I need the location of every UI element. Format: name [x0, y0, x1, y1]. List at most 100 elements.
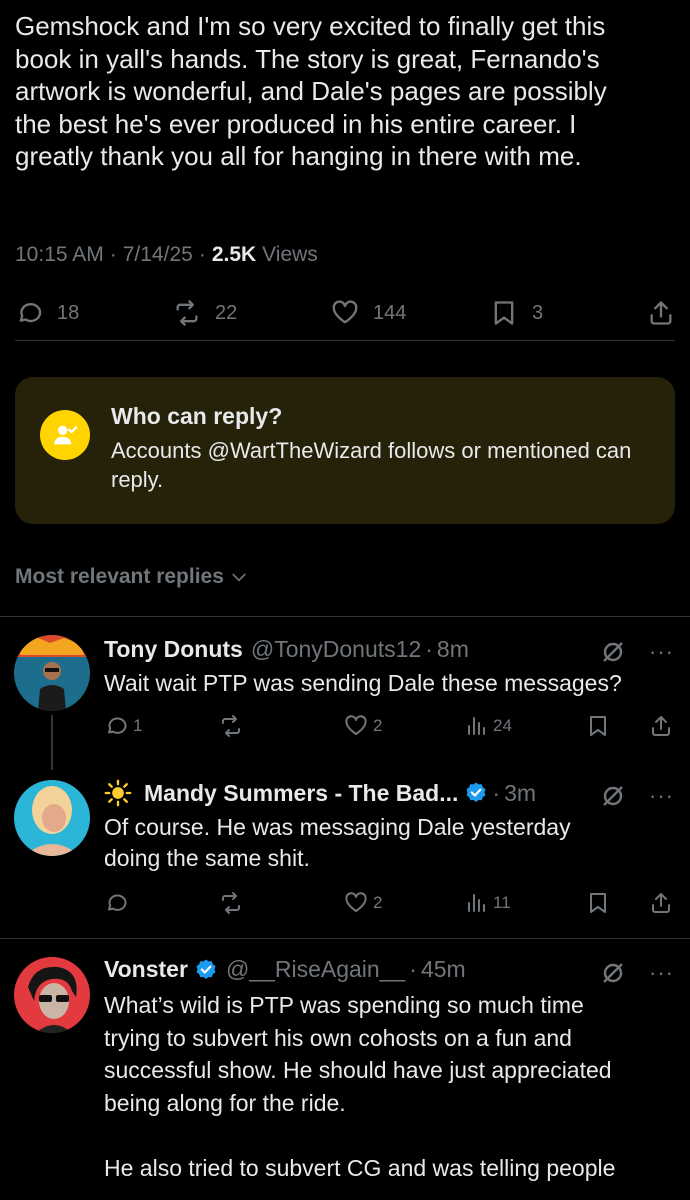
view-count: 11 [493, 893, 511, 912]
repost-count: 22 [215, 301, 238, 324]
chevron-down-icon [232, 573, 246, 582]
reply-actions: 1 2 24 [104, 713, 674, 739]
reply-time[interactable]: 3m [504, 780, 536, 807]
reply-top-actions: ··· [601, 784, 674, 808]
reply-time[interactable]: 45m [421, 956, 466, 983]
reply-text: Wait wait PTP was sending Dale these mes… [104, 670, 622, 696]
reply-author-name[interactable]: Mandy Summers - The Bad... [144, 780, 458, 807]
person-check-icon [53, 425, 78, 445]
sun-emoji-icon [104, 779, 132, 807]
avatar[interactable] [14, 957, 90, 1033]
like-count: 2 [373, 893, 383, 912]
views-count: 2.5K [211, 243, 257, 266]
bookmark-icon [590, 893, 606, 913]
reply-author-name[interactable]: Tony Donuts [104, 636, 243, 663]
reply-top-actions: ··· [601, 640, 674, 664]
reply-header: Vonster @__RiseAgain__ · 45m [104, 956, 466, 983]
reply-restriction-box: Who can reply? Accounts @WartTheWizard f… [15, 377, 675, 524]
reply-icon [108, 717, 127, 734]
header-separator: · [425, 636, 433, 662]
reply-count: 1 [133, 716, 143, 735]
bookmark-icon [494, 301, 514, 325]
views-label: Views [262, 243, 318, 266]
heart-icon [332, 300, 358, 324]
share-icon [652, 893, 670, 913]
reply-restriction-badge [40, 410, 90, 460]
divider [15, 340, 675, 341]
share-button[interactable] [649, 890, 673, 916]
bookmark-button[interactable] [586, 713, 610, 739]
reply-icon [108, 894, 127, 911]
thread-line [51, 715, 53, 770]
views-icon [468, 717, 485, 735]
reply-button[interactable]: 18 [15, 295, 79, 331]
reply-author-name[interactable]: Vonster [104, 956, 188, 983]
views-button[interactable]: 11 [464, 890, 511, 916]
verified-badge-icon [466, 782, 486, 802]
heart-icon [345, 892, 367, 912]
like-button[interactable]: 2 [344, 713, 382, 739]
share-button[interactable] [649, 713, 673, 739]
share-icon [650, 301, 672, 325]
reply-icon [19, 303, 42, 323]
reply-button[interactable]: 1 [104, 713, 142, 739]
reply-count: 18 [57, 301, 80, 324]
views-button[interactable]: 24 [464, 713, 512, 739]
avatar[interactable] [14, 780, 90, 856]
reply-button[interactable] [104, 890, 128, 916]
like-button[interactable]: 144 [331, 295, 406, 331]
like-count: 2 [373, 716, 383, 735]
divider [0, 616, 690, 617]
avatar-image [14, 635, 90, 711]
repost-icon [176, 300, 198, 326]
share-button[interactable] [647, 295, 675, 331]
bookmark-count: 3 [532, 301, 544, 324]
avatar-image [14, 957, 90, 1033]
like-count: 144 [373, 301, 407, 324]
grok-icon[interactable] [601, 784, 625, 808]
bookmark-icon [590, 716, 606, 736]
reply-header: Mandy Summers - The Bad... · 3m [104, 779, 536, 807]
more-icon[interactable]: ··· [649, 785, 674, 807]
header-separator: · [492, 779, 501, 806]
reply-time[interactable]: 8m [437, 636, 469, 663]
repost-icon [222, 892, 240, 914]
verified-badge-icon [196, 959, 216, 979]
reply-text: Of course. He was messaging Dale yesterd… [104, 814, 571, 871]
divider [0, 938, 690, 939]
header-separator: · [409, 956, 417, 982]
bookmark-button[interactable]: 3 [490, 295, 543, 331]
replies-sort-label: Most relevant replies [15, 565, 224, 588]
grok-icon[interactable] [601, 961, 625, 985]
more-icon[interactable]: ··· [649, 641, 674, 663]
reply-top-actions: ··· [601, 961, 674, 985]
meta-separator: · [109, 243, 117, 266]
reply-author-handle[interactable]: @__RiseAgain__ [226, 956, 405, 983]
post-date[interactable]: 7/14/25 [123, 243, 193, 267]
post-time[interactable]: 10:15 AM [15, 243, 104, 267]
reply-header: Tony Donuts @TonyDonuts12 · 8m [104, 636, 469, 663]
bookmark-button[interactable] [586, 890, 610, 916]
replies-sort-dropdown[interactable]: Most relevant replies [15, 565, 249, 589]
heart-icon [345, 715, 367, 735]
reply-text: What’s wild is PTP was spending so much … [104, 992, 616, 1181]
reply-author-handle[interactable]: @TonyDonuts12 [251, 636, 421, 663]
meta-separator: · [198, 243, 206, 266]
views-icon [468, 894, 485, 912]
reply-actions: 2 11 [104, 890, 674, 916]
repost-icon [222, 715, 240, 737]
post-text: Gemshock and I'm so very excited to fina… [15, 11, 607, 171]
grok-icon[interactable] [601, 640, 625, 664]
more-icon[interactable]: ··· [649, 962, 674, 984]
repost-button[interactable]: 22 [173, 295, 237, 331]
post-actions: 18 22 144 3 [15, 295, 675, 331]
view-count: 24 [493, 716, 512, 735]
avatar-image [14, 780, 90, 856]
share-icon [652, 716, 670, 736]
reply-restriction-text: Accounts @WartTheWizard follows or menti… [111, 438, 632, 492]
repost-button[interactable] [219, 890, 243, 916]
post-meta: 10:15 AM · 7/14/25 · 2.5K Views [15, 243, 318, 267]
avatar[interactable] [14, 635, 90, 711]
repost-button[interactable] [219, 713, 243, 739]
like-button[interactable]: 2 [344, 890, 382, 916]
